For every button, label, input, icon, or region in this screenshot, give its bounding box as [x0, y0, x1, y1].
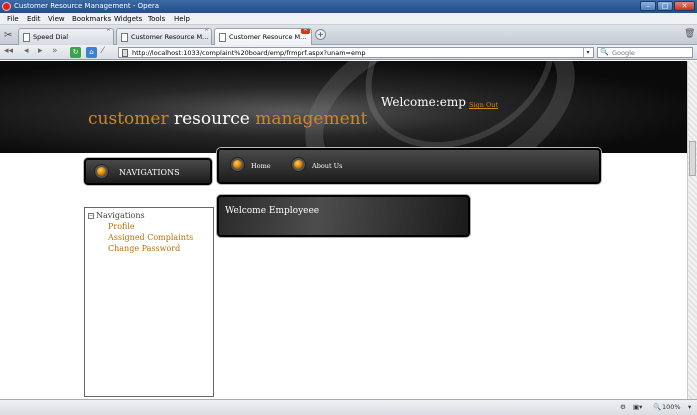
navigation-tree: − Navigations Profile Assigned Complaints… [84, 207, 214, 397]
scrollbar-thumb[interactable] [689, 141, 696, 176]
welcome-message: Welcome Employeee [225, 206, 320, 216]
navigations-label: NAVIGATIONS [119, 168, 180, 177]
page-viewport: customer resource management Welcome:emp… [0, 61, 687, 399]
menu-file[interactable]: File [7, 15, 19, 23]
menu-help[interactable]: Help [174, 15, 190, 23]
tree-link-assigned-complaints[interactable]: Assigned Complaints [108, 233, 193, 242]
reload-icon[interactable]: ↻ [70, 47, 81, 58]
navigations-header: NAVIGATIONS [84, 158, 212, 185]
window-title: Customer Resource Management - Opera [14, 2, 160, 10]
menu-widgets[interactable]: Widgets [114, 15, 142, 23]
tab-close-icon[interactable]: × [204, 29, 209, 33]
brand-word: management [255, 109, 368, 129]
tab-speed-dial[interactable]: Speed Dial × [18, 28, 114, 45]
tab-label: Customer Resource M... [131, 33, 209, 41]
address-toolbar: ◂◂ ◂ ▸ » ↻ ⌂ ⁄ http://localhost:1033/com… [0, 45, 697, 60]
home-icon[interactable]: ⌂ [86, 47, 97, 58]
welcome-user-text: Welcome:emp [381, 95, 466, 109]
tree-root[interactable]: − Navigations [88, 211, 145, 220]
brand-word: customer [88, 109, 169, 129]
tree-link-change-password[interactable]: Change Password [108, 244, 180, 253]
url-text: http://localhost:1033/complaint%20board/… [132, 49, 366, 57]
zoom-icon: 🔍 [653, 403, 662, 411]
opera-logo-icon [2, 2, 11, 11]
tree-root-label: Navigations [96, 211, 145, 220]
chevron-down-icon[interactable]: ▾ [583, 48, 592, 57]
collapse-icon[interactable]: − [88, 213, 94, 219]
fast-forward-icon[interactable]: » [52, 46, 58, 56]
tab-label: Speed Dial [33, 33, 69, 41]
status-bar: ⚙ ▣▾ 🔍 100% ▾ [0, 399, 697, 415]
address-field[interactable]: http://localhost:1033/complaint%20board/… [118, 47, 594, 58]
page-icon [121, 33, 128, 42]
image-toggle-icon[interactable]: ▣▾ [633, 403, 642, 411]
maximize-button[interactable]: □ [657, 1, 673, 11]
tab-bar: ✂ Speed Dial × Customer Resource M... × … [0, 25, 697, 45]
chevron-down-icon[interactable]: ▾ [688, 403, 691, 411]
zoom-level[interactable]: 100% [662, 403, 681, 411]
sign-out-link[interactable]: Sign Out [469, 101, 498, 109]
tree-link-profile[interactable]: Profile [108, 222, 135, 231]
trash-icon[interactable]: 🗑 [684, 29, 695, 39]
rewind-icon[interactable]: ◂ [24, 46, 29, 56]
search-field[interactable]: 🔍 [597, 47, 693, 58]
tab-customer-resource-1[interactable]: Customer Resource M... × [116, 28, 212, 45]
tab-customer-resource-2[interactable]: Customer Resource M... × [214, 28, 312, 45]
menu-view[interactable]: View [48, 15, 65, 23]
menu-tools[interactable]: Tools [148, 15, 165, 23]
orb-icon [231, 158, 244, 171]
site-header: customer resource management Welcome:emp… [0, 61, 687, 153]
close-button[interactable]: ✕ [674, 1, 695, 11]
wrench-icon[interactable]: ✂ [4, 30, 12, 41]
menu-edit[interactable]: Edit [27, 15, 41, 23]
new-tab-button[interactable]: + [315, 29, 326, 40]
brand-word: resource [168, 109, 256, 129]
edit-pen-icon[interactable]: ⁄ [102, 46, 104, 56]
page-icon [23, 33, 30, 42]
orb-icon [292, 158, 305, 171]
minimize-button[interactable]: – [640, 1, 656, 11]
forward-icon[interactable]: ▸ [38, 46, 43, 56]
nav-home-link[interactable]: Home [251, 162, 271, 170]
top-nav-bar: Home About Us [217, 148, 601, 184]
nav-about-us-link[interactable]: About Us [312, 162, 342, 170]
tab-label: Customer Resource M... [229, 33, 307, 41]
menu-bookmarks[interactable]: Bookmarks [72, 15, 111, 23]
orb-icon [95, 165, 108, 178]
search-icon: 🔍 [600, 48, 609, 56]
security-icon[interactable]: ⚙ [620, 403, 626, 411]
back-icon[interactable]: ◂◂ [4, 46, 13, 56]
welcome-panel: Welcome Employeee [217, 195, 470, 237]
menu-bar: File Edit View Bookmarks Widgets Tools H… [0, 13, 697, 25]
site-logo-text: customer resource management [88, 109, 367, 129]
search-input[interactable] [612, 49, 690, 57]
page-icon [219, 33, 226, 42]
page-icon [122, 49, 128, 57]
window-titlebar: Customer Resource Management - Opera – □… [0, 0, 697, 13]
vertical-scrollbar[interactable] [687, 61, 697, 399]
tab-close-icon[interactable]: × [301, 29, 310, 34]
tab-close-icon[interactable]: × [106, 29, 111, 33]
